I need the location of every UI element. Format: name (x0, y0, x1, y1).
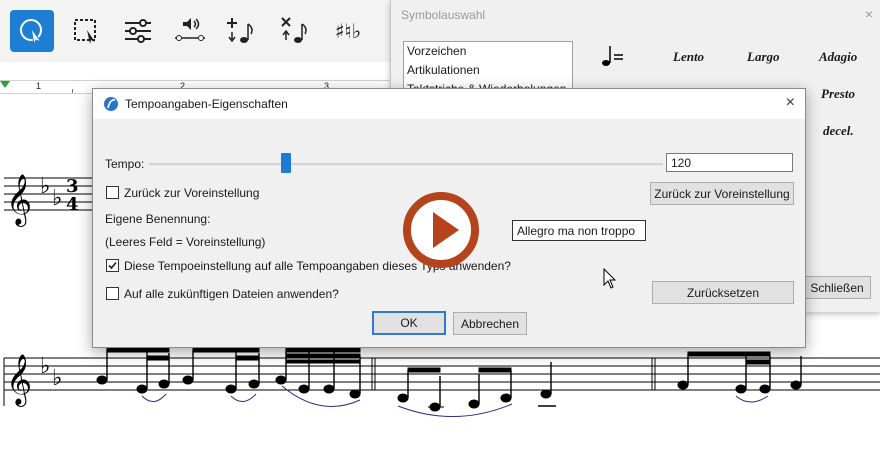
play-video-icon[interactable] (401, 190, 481, 270)
tempo-symbol[interactable]: Presto (821, 86, 855, 102)
treble-clef: 𝄞 (6, 354, 32, 407)
cursor-icon (20, 19, 43, 46)
flat-sign: ♭ (52, 186, 62, 211)
close-icon[interactable]: × (865, 6, 873, 22)
future-files-checkbox-label: Auf alle zukünftigen Dateien anwenden? (124, 287, 339, 301)
reset-default-checkbox[interactable] (106, 186, 119, 199)
box-select-icon (74, 19, 96, 44)
symbol-palette-title: Symbolauswahl (401, 8, 486, 22)
tempo-symbol[interactable]: Adagio (819, 49, 857, 65)
tempo-slider-track[interactable] (149, 163, 663, 166)
select-tool-button[interactable] (10, 10, 54, 52)
add-note-button[interactable] (218, 10, 262, 52)
flat-sign: ♭ (40, 174, 50, 199)
time-sig-bottom: 4 (66, 194, 79, 215)
staff-bottom (3, 357, 880, 406)
list-item[interactable]: Artikulationen (404, 61, 572, 80)
box-select-button[interactable] (64, 10, 108, 52)
ruler-marker-icon (0, 81, 10, 88)
custom-name-label: Eigene Benennung: (105, 212, 211, 226)
close-icon[interactable]: × (786, 94, 795, 112)
flat-sign: ♭ (40, 354, 50, 379)
checkmark-icon (108, 261, 117, 270)
playback-volume-button[interactable] (168, 10, 212, 52)
tempo-symbol[interactable]: Largo (747, 49, 780, 65)
empty-field-hint: (Leeres Feld = Voreinstellung) (105, 235, 266, 249)
future-files-checkbox[interactable] (106, 287, 119, 300)
custom-name-input[interactable]: Allegro ma non troppo (512, 220, 646, 241)
delete-note-icon (281, 17, 307, 43)
category-list[interactable]: Vorzeichen Artikulationen Taktstriche & … (403, 41, 573, 95)
ok-button[interactable]: OK (372, 311, 446, 335)
quarter-note-equals-icon[interactable] (601, 44, 627, 68)
delete-note-button[interactable] (272, 10, 316, 52)
add-note-icon (227, 18, 253, 43)
toolbar: ♯♮♭ (0, 0, 392, 62)
tempo-symbol[interactable]: decel. (823, 123, 854, 139)
app-icon (104, 97, 118, 111)
ruler-mark: 1 (36, 81, 42, 91)
cancel-button[interactable]: Abbrechen (453, 312, 527, 335)
list-item[interactable]: Vorzeichen (404, 42, 572, 61)
tempo-value-field[interactable]: 120 (666, 153, 793, 172)
reset-default-checkbox-label: Zurück zur Voreinstellung (124, 186, 260, 200)
reset-button[interactable]: Zurücksetzen (652, 281, 794, 304)
mixer-button[interactable] (116, 10, 160, 52)
speaker-line-icon (175, 18, 205, 41)
accidentals-button[interactable]: ♯♮♭ (326, 10, 370, 52)
mouse-pointer-icon (603, 268, 617, 289)
sliders-icon (125, 19, 151, 43)
close-button[interactable]: Schließen (803, 276, 871, 299)
treble-clef: 𝄞 (6, 174, 32, 227)
accidentals-icon: ♯♮♭ (334, 19, 362, 43)
dialog-title: Tempoangaben-Eigenschaften (125, 97, 288, 111)
dialog-titlebar: Tempoangaben-Eigenschaften × (93, 89, 805, 119)
tempo-label: Tempo: (105, 157, 145, 171)
reset-default-button[interactable]: Zurück zur Voreinstellung (650, 182, 794, 205)
note-group (96, 347, 802, 412)
tempo-slider-thumb[interactable] (281, 153, 291, 173)
apply-all-checkbox[interactable] (106, 259, 119, 272)
flat-sign: ♭ (52, 366, 62, 391)
tempo-symbol[interactable]: Lento (673, 49, 704, 65)
